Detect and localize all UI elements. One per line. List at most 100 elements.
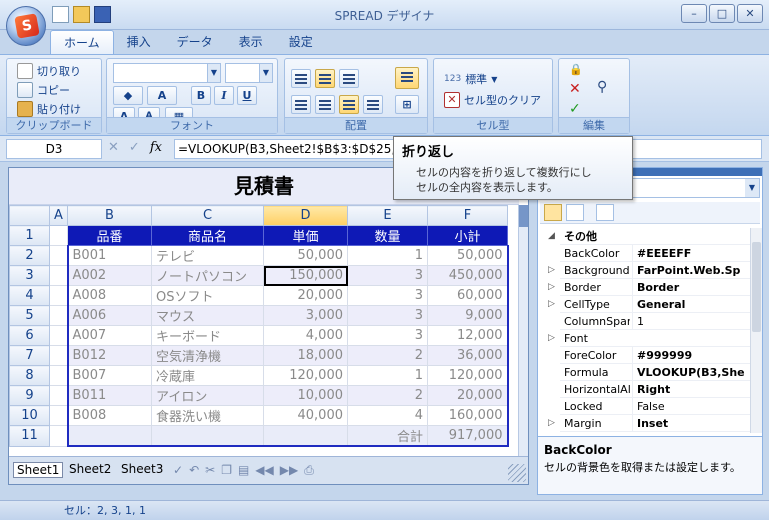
justify-button[interactable] — [363, 95, 383, 114]
property-row[interactable]: BackColor #EEEEFF — [560, 245, 750, 262]
bold-button[interactable]: B — [191, 86, 211, 105]
property-value[interactable]: General — [632, 296, 750, 313]
cell[interactable] — [49, 305, 68, 326]
row-header[interactable]: 2 — [9, 245, 50, 266]
row-header[interactable]: 10 — [9, 405, 50, 426]
categorized-icon[interactable] — [544, 204, 562, 221]
cell[interactable] — [66, 425, 152, 447]
align-middle-button[interactable] — [315, 69, 335, 88]
property-row[interactable]: ▷ Font — [548, 330, 750, 347]
cell[interactable]: キーボード — [151, 325, 264, 346]
cell-type-standard-button[interactable]: 123 標準 ▼ — [444, 71, 497, 87]
column-header[interactable]: B — [67, 205, 152, 226]
corner-header[interactable] — [9, 205, 50, 226]
row-header[interactable]: 3 — [9, 265, 50, 286]
cell[interactable]: 18,000 — [263, 345, 348, 366]
next-page-icon[interactable]: ▶▶ — [280, 463, 298, 478]
row-header[interactable]: 9 — [9, 385, 50, 406]
column-header[interactable]: C — [151, 205, 264, 226]
cell[interactable]: A008 — [66, 285, 152, 306]
sheet-tab-sheet2[interactable]: Sheet2 — [69, 462, 111, 478]
copy-button[interactable]: コピー — [17, 82, 70, 98]
property-row[interactable]: Formula VLOOKUP(B3,She — [560, 364, 750, 381]
align-center-button[interactable] — [315, 95, 335, 114]
sheet-tab-sheet3[interactable]: Sheet3 — [121, 462, 163, 478]
property-pages-icon[interactable] — [596, 204, 614, 221]
cancel-formula-icon[interactable]: ✕ — [108, 140, 119, 155]
cut-icon[interactable]: ✂ — [205, 463, 215, 478]
font-name-combo[interactable]: ▼ — [113, 63, 221, 83]
cell[interactable]: 空気清浄機 — [151, 345, 264, 366]
cell[interactable]: 20,000 — [263, 285, 348, 306]
expand-icon[interactable]: ▷ — [548, 415, 555, 432]
header-cell[interactable]: 単価 — [263, 225, 348, 246]
font-size-combo[interactable]: ▼ — [225, 63, 273, 83]
column-header[interactable]: F — [427, 205, 508, 226]
cell[interactable]: 120,000 — [427, 365, 509, 386]
undo-icon[interactable]: ↶ — [189, 463, 199, 478]
row-header[interactable]: 1 — [9, 225, 50, 246]
cell[interactable]: 2 — [347, 385, 428, 406]
cell[interactable]: B012 — [66, 345, 152, 366]
scroll-thumb[interactable] — [752, 242, 761, 332]
cell[interactable]: 3 — [347, 285, 428, 306]
cell[interactable]: 4,000 — [263, 325, 348, 346]
property-row[interactable]: ▷ Background FarPoint.Web.Sp — [548, 262, 750, 279]
cell[interactable]: A006 — [66, 305, 152, 326]
tab-insert[interactable]: 挿入 — [114, 30, 164, 54]
copy-icon[interactable]: ❐ — [221, 463, 232, 478]
cell-name-box[interactable]: D3 — [6, 139, 102, 159]
cell[interactable]: 36,000 — [427, 345, 509, 366]
property-row[interactable]: ▷ CellType General — [548, 296, 750, 313]
sort-alpha-icon[interactable] — [566, 204, 584, 221]
cell[interactable] — [49, 325, 68, 346]
fill-color-button[interactable]: ◆ — [113, 86, 143, 105]
underline-button[interactable]: U — [237, 86, 257, 105]
column-header[interactable]: D — [263, 205, 348, 226]
cell[interactable]: 10,000 — [263, 385, 348, 406]
total-value-cell[interactable]: 917,000 — [427, 425, 509, 447]
cell[interactable]: B008 — [66, 405, 152, 426]
row-header[interactable]: 8 — [9, 365, 50, 386]
expand-icon[interactable]: ▷ — [548, 296, 555, 313]
cell[interactable] — [49, 425, 68, 447]
cell[interactable]: 50,000 — [427, 245, 509, 266]
vertical-scrollbar[interactable] — [518, 205, 528, 458]
expand-icon[interactable]: ▷ — [548, 262, 555, 279]
cell[interactable]: マウス — [151, 305, 264, 326]
cell[interactable]: B011 — [66, 385, 152, 406]
cell[interactable] — [49, 345, 68, 366]
cell[interactable]: 450,000 — [427, 265, 509, 286]
cell[interactable]: A007 — [66, 325, 152, 346]
cell[interactable]: 2 — [347, 345, 428, 366]
expand-icon[interactable]: ▷ — [548, 330, 555, 347]
cell[interactable]: 4 — [347, 405, 428, 426]
spreadsheet[interactable]: 見積書 A B C D E F 1 品番 商品名 単価 数量 小計 2 B001 テ… — [8, 167, 529, 485]
cell[interactable]: 9,000 — [427, 305, 509, 326]
cell[interactable]: 150,000 — [263, 265, 348, 286]
property-value[interactable]: FarPoint.Web.Sp — [632, 262, 750, 279]
property-value[interactable]: False — [632, 398, 750, 415]
cell[interactable]: 食器洗い機 — [151, 405, 264, 426]
cell[interactable] — [49, 405, 68, 426]
cell[interactable]: 3 — [347, 265, 428, 286]
collapse-icon[interactable]: ◢ — [548, 228, 555, 245]
cell[interactable]: 1 — [347, 245, 428, 266]
property-category[interactable]: ◢ その他 — [548, 228, 750, 245]
cell[interactable] — [151, 425, 264, 447]
cell[interactable] — [49, 245, 68, 266]
property-row[interactable]: ColumnSpan 1 — [560, 313, 750, 330]
property-value[interactable]: VLOOKUP(B3,She — [632, 364, 750, 381]
cell[interactable] — [263, 425, 348, 447]
close-button[interactable]: ✕ — [737, 4, 763, 23]
property-scrollbar[interactable] — [750, 228, 762, 433]
header-cell[interactable]: 品番 — [67, 225, 152, 246]
italic-button[interactable]: I — [214, 86, 234, 105]
tab-data[interactable]: データ — [164, 30, 226, 54]
maximize-button[interactable]: □ — [709, 4, 735, 23]
property-value[interactable]: Right — [632, 381, 750, 398]
tab-home[interactable]: ホーム — [50, 30, 114, 54]
cell[interactable]: 冷蔵庫 — [151, 365, 264, 386]
cell-grid[interactable]: A B C D E F 1 品番 商品名 単価 数量 小計 2 B001 テレビ 50… — [9, 205, 509, 447]
cell[interactable] — [49, 265, 68, 286]
